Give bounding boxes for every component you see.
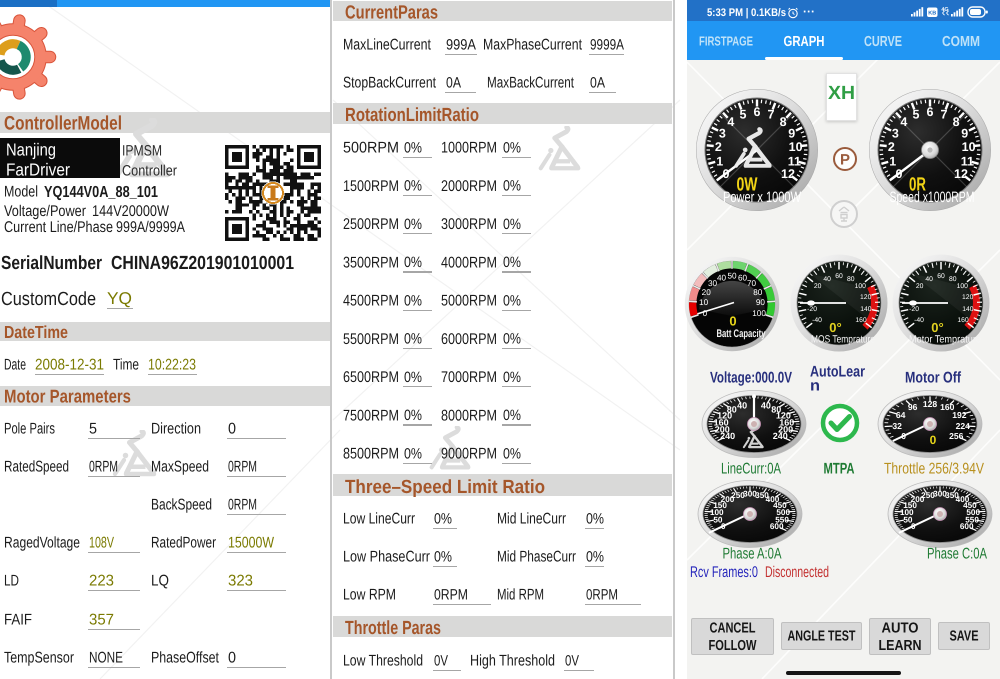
svg-text:KB: KB bbox=[928, 11, 936, 17]
svg-text:40: 40 bbox=[925, 276, 933, 283]
svg-text:140: 140 bbox=[962, 306, 974, 313]
svg-text:1: 1 bbox=[889, 154, 896, 168]
svg-text:8: 8 bbox=[953, 115, 960, 129]
svg-text:600: 600 bbox=[770, 522, 784, 531]
svg-text:2: 2 bbox=[715, 140, 722, 154]
svg-text:100: 100 bbox=[855, 283, 867, 290]
svg-text:50: 50 bbox=[727, 272, 737, 281]
svg-text:7: 7 bbox=[941, 108, 948, 122]
svg-text:9: 9 bbox=[961, 127, 968, 141]
svg-text:80: 80 bbox=[847, 276, 855, 283]
svg-text:Motor Temprature: Motor Temprature bbox=[909, 334, 981, 346]
svg-text:6: 6 bbox=[927, 105, 934, 119]
svg-text:600: 600 bbox=[960, 522, 974, 531]
svg-text:7: 7 bbox=[768, 108, 775, 122]
svg-text:5: 5 bbox=[740, 108, 747, 122]
svg-text:192: 192 bbox=[952, 410, 967, 420]
svg-text:240: 240 bbox=[720, 431, 735, 441]
svg-text:96: 96 bbox=[907, 402, 917, 412]
svg-text:8: 8 bbox=[780, 115, 787, 129]
svg-text:40: 40 bbox=[717, 274, 727, 283]
svg-text:140: 140 bbox=[860, 306, 872, 313]
svg-text:Batt Capacity: Batt Capacity bbox=[717, 328, 767, 340]
svg-text:5: 5 bbox=[913, 108, 920, 122]
svg-text:3: 3 bbox=[719, 127, 726, 141]
svg-text:20: 20 bbox=[814, 283, 822, 290]
svg-text:100: 100 bbox=[752, 309, 766, 318]
svg-text:80: 80 bbox=[753, 288, 763, 297]
svg-text:12: 12 bbox=[954, 167, 968, 181]
svg-text:32: 32 bbox=[892, 420, 902, 430]
svg-text:-40: -40 bbox=[914, 317, 924, 324]
svg-text:-20: -20 bbox=[909, 306, 919, 313]
svg-text:100: 100 bbox=[957, 283, 969, 290]
svg-text:0: 0 bbox=[729, 314, 736, 329]
svg-text:224: 224 bbox=[955, 420, 970, 430]
svg-text:20: 20 bbox=[702, 288, 712, 297]
svg-text:10: 10 bbox=[699, 298, 709, 307]
svg-text:10: 10 bbox=[962, 140, 976, 154]
svg-text:9: 9 bbox=[788, 127, 795, 141]
svg-text:3: 3 bbox=[892, 127, 899, 141]
svg-text:0: 0 bbox=[929, 433, 936, 447]
svg-text:-20: -20 bbox=[807, 306, 817, 313]
svg-text:120: 120 bbox=[860, 294, 872, 301]
svg-text:80: 80 bbox=[949, 276, 957, 283]
svg-text:256: 256 bbox=[949, 431, 964, 441]
svg-text:160: 160 bbox=[957, 317, 969, 324]
svg-text:10: 10 bbox=[789, 140, 803, 154]
svg-text:1: 1 bbox=[716, 154, 723, 168]
svg-text:40: 40 bbox=[823, 276, 831, 283]
svg-text:64: 64 bbox=[895, 410, 905, 420]
svg-text:70: 70 bbox=[747, 279, 757, 288]
svg-text:240: 240 bbox=[772, 431, 787, 441]
svg-text:60: 60 bbox=[835, 273, 843, 280]
svg-text:128: 128 bbox=[922, 399, 937, 409]
svg-text:60: 60 bbox=[937, 273, 945, 280]
svg-text:-40: -40 bbox=[812, 317, 822, 324]
svg-text:90: 90 bbox=[756, 298, 766, 307]
svg-text:40: 40 bbox=[760, 400, 770, 410]
svg-text:2: 2 bbox=[888, 140, 895, 154]
svg-text:12: 12 bbox=[781, 167, 795, 181]
svg-text:Speed x1000RPM: Speed x1000RPM bbox=[890, 189, 975, 206]
svg-text:20: 20 bbox=[916, 283, 924, 290]
svg-text:Power x 1000W: Power x 1000W bbox=[723, 189, 802, 206]
svg-text:MOS Temprature: MOS Temprature bbox=[811, 334, 875, 346]
svg-text:6: 6 bbox=[754, 105, 761, 119]
svg-text:120: 120 bbox=[962, 294, 974, 301]
svg-text:40: 40 bbox=[737, 400, 747, 410]
svg-text:4: 4 bbox=[900, 115, 907, 129]
svg-text:4: 4 bbox=[727, 115, 734, 129]
svg-text:160: 160 bbox=[855, 317, 867, 324]
